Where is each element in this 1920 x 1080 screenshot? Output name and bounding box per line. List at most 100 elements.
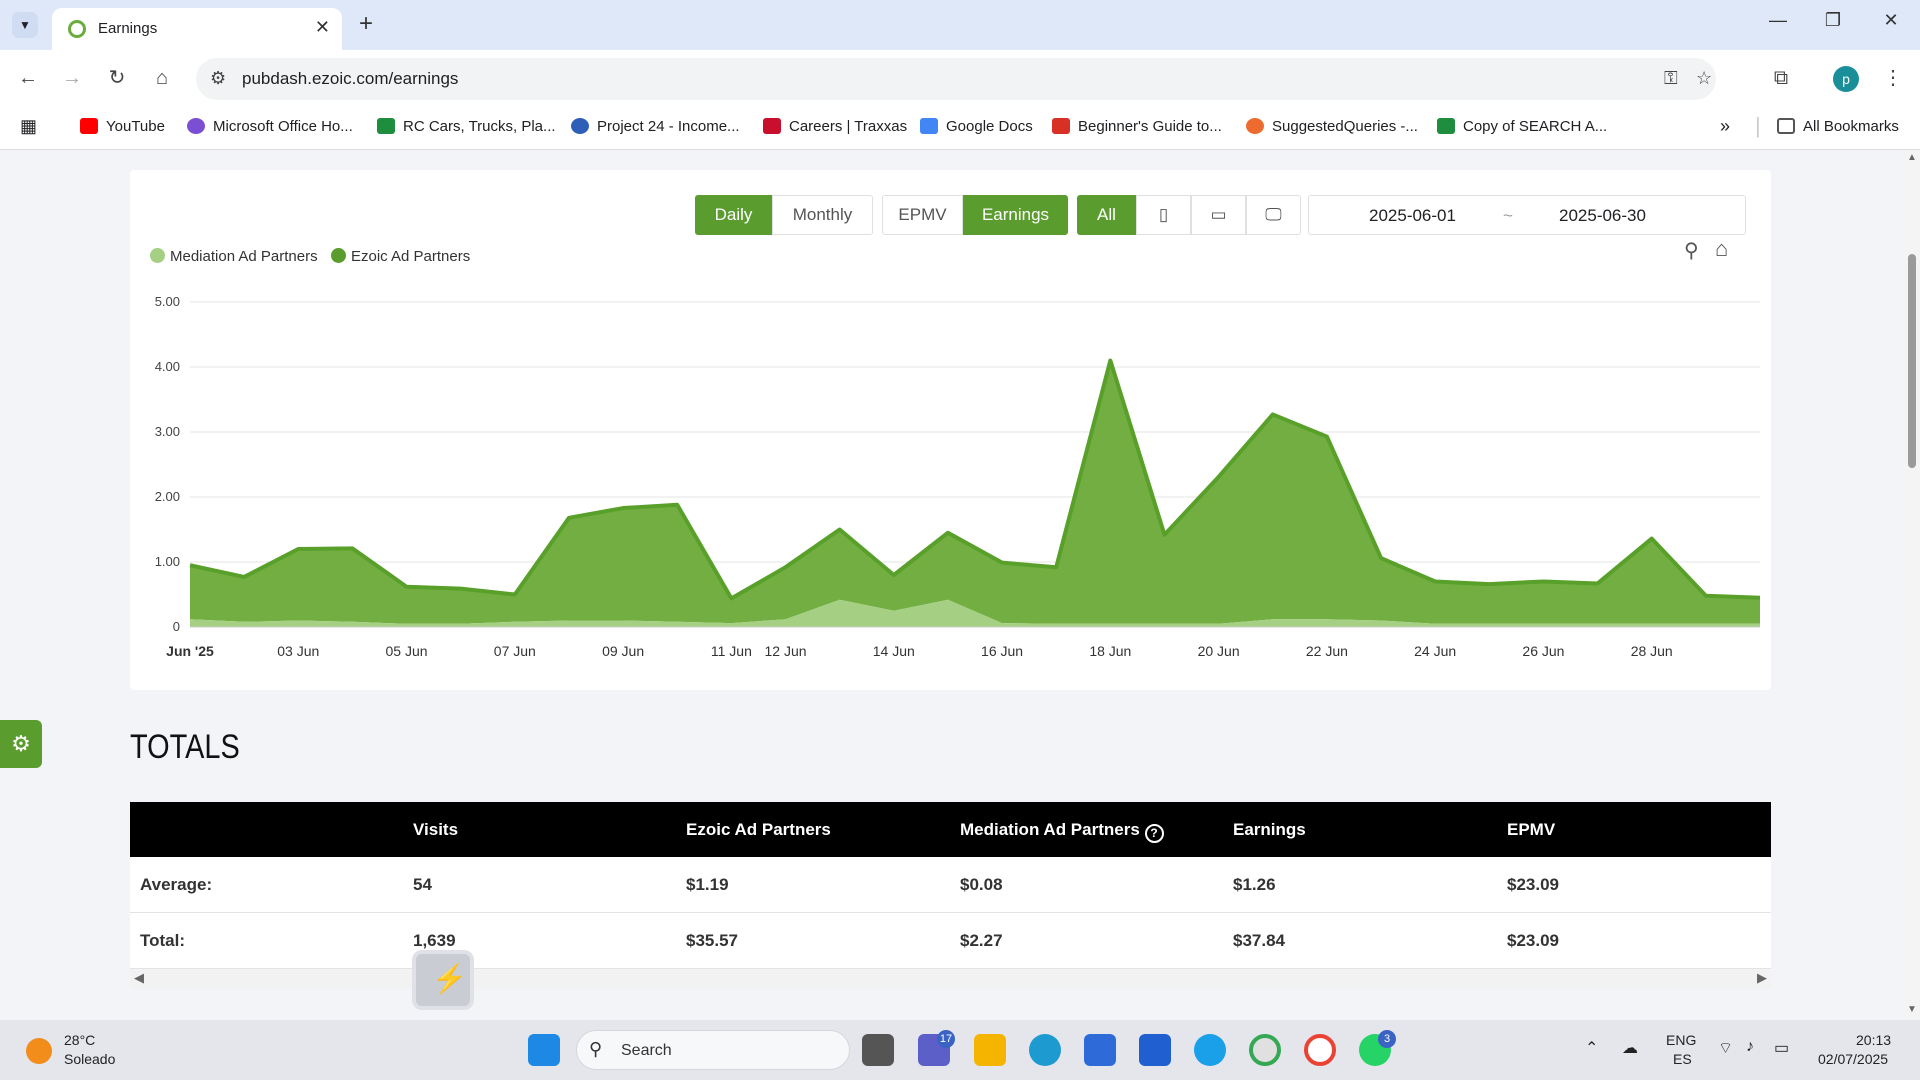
- close-tab-icon[interactable]: ✕: [315, 17, 330, 38]
- scroll-right-icon[interactable]: ▶: [1757, 970, 1767, 986]
- x-tick-label: 22 Jun: [1306, 643, 1348, 659]
- bookmark-rc-cars[interactable]: RC Cars, Trucks, Pla...: [377, 118, 556, 135]
- page-vertical-scrollbar[interactable]: ▲ ▼: [1904, 150, 1920, 1020]
- password-key-icon[interactable]: ⚿: [1664, 68, 1678, 89]
- address-bar[interactable]: ⚙ pubdash.ezoic.com/earnings ⚿ ☆: [196, 58, 1716, 100]
- profile-avatar[interactable]: p: [1833, 66, 1859, 92]
- bookmark-project24[interactable]: Project 24 - Income...: [571, 118, 740, 135]
- extensions-icon[interactable]: ⧉: [1766, 63, 1796, 93]
- bookmark-google-docs[interactable]: Google Docs: [920, 118, 1033, 135]
- project24-icon: [571, 118, 589, 134]
- y-tick-label: 1.00: [155, 554, 180, 569]
- bookmark-youtube[interactable]: YouTube: [80, 118, 165, 135]
- cell-ezoic: $1.19: [686, 875, 729, 894]
- tab-earnings[interactable]: Earnings ✕: [52, 8, 342, 50]
- header-mediation: Mediation Ad Partners ?: [960, 820, 1164, 843]
- gear-icon: ⚙: [11, 731, 31, 756]
- menu-kebab-icon[interactable]: ⋮: [1878, 63, 1908, 93]
- row-label: Average:: [140, 875, 213, 894]
- language-eng[interactable]: ENG: [1666, 1032, 1696, 1048]
- windows-taskbar: 28°C Soleado ⚲ Search 17 3 ⌃ ☁ ENG ES ⌔ …: [0, 1020, 1920, 1080]
- apps-grid-icon[interactable]: ▦: [20, 116, 37, 137]
- scrollbar-thumb[interactable]: [1908, 254, 1916, 468]
- reload-icon[interactable]: ↻: [102, 63, 132, 93]
- header-earnings: Earnings: [1233, 820, 1306, 839]
- tab-title: Earnings: [98, 20, 158, 37]
- browser-toolbar: ← → ↻ ⌂ ⚙ pubdash.ezoic.com/earnings ⚿ ☆…: [0, 50, 1920, 108]
- restore-icon[interactable]: ❐: [1818, 10, 1848, 31]
- weather-sun-icon[interactable]: [26, 1038, 52, 1064]
- volume-icon[interactable]: ♪: [1746, 1038, 1754, 1056]
- wifi-icon[interactable]: ⌔: [1718, 1038, 1733, 1058]
- forward-icon[interactable]: →: [57, 63, 87, 93]
- new-tab-button[interactable]: +: [352, 10, 380, 38]
- app-icon[interactable]: [1139, 1034, 1171, 1066]
- file-explorer-icon[interactable]: [974, 1034, 1006, 1066]
- all-bookmarks[interactable]: All Bookmarks: [1777, 118, 1899, 135]
- home-icon[interactable]: ⌂: [147, 63, 177, 93]
- clock-time[interactable]: 20:13: [1856, 1032, 1891, 1048]
- settings-gear-button[interactable]: ⚙: [0, 720, 42, 768]
- x-tick-label: 09 Jun: [602, 643, 644, 659]
- lightning-icon: ⚡: [432, 963, 467, 994]
- bookmark-star-icon[interactable]: ☆: [1696, 68, 1712, 89]
- page-content: Daily Monthly EPMV Earnings All ▯ ▭ 🖵 20…: [0, 150, 1904, 1020]
- header-visits: Visits: [413, 820, 459, 839]
- weather-condition[interactable]: Soleado: [64, 1051, 115, 1067]
- task-view-icon[interactable]: [862, 1034, 894, 1066]
- youtube-icon: [80, 118, 98, 134]
- bookmarks-divider: |: [1755, 113, 1761, 138]
- bookmarks-bar: ▦ YouTube Microsoft Office Ho... RC Cars…: [0, 108, 1920, 150]
- chrome-icon[interactable]: [1249, 1034, 1281, 1066]
- x-tick-label: 16 Jun: [981, 643, 1023, 659]
- table-row: Average: 54 $1.19 $0.08 $1.26 $23.09: [130, 857, 1771, 913]
- minimize-icon[interactable]: —: [1763, 10, 1793, 31]
- battery-icon[interactable]: ▭: [1774, 1038, 1789, 1058]
- x-tick-label: 05 Jun: [386, 643, 428, 659]
- scroll-down-icon[interactable]: ▼: [1907, 1004, 1917, 1015]
- bookmark-beginners-guide[interactable]: Beginner's Guide to...: [1052, 118, 1222, 135]
- x-tick-label: 28 Jun: [1631, 643, 1673, 659]
- bookmark-office[interactable]: Microsoft Office Ho...: [187, 118, 353, 135]
- x-tick-label: 07 Jun: [494, 643, 536, 659]
- store-icon[interactable]: [1084, 1034, 1116, 1066]
- y-tick-label: 5.00: [155, 294, 180, 309]
- sheets-icon: [1437, 118, 1455, 134]
- language-es[interactable]: ES: [1673, 1051, 1692, 1067]
- cell-epmv: $23.09: [1507, 875, 1559, 894]
- help-icon[interactable]: ?: [1144, 824, 1164, 843]
- bookmark-traxxas[interactable]: Careers | Traxxas: [763, 118, 907, 135]
- x-tick-label: 20 Jun: [1198, 643, 1240, 659]
- office-icon: [187, 118, 205, 134]
- more-bookmarks-icon[interactable]: »: [1720, 116, 1730, 137]
- bookmark-copy-search[interactable]: Copy of SEARCH A...: [1437, 118, 1607, 135]
- edge-icon[interactable]: [1029, 1034, 1061, 1066]
- y-tick-label: 2.00: [155, 489, 180, 504]
- scroll-up-icon[interactable]: ▲: [1907, 152, 1917, 163]
- cell-ezoic: $35.57: [686, 931, 738, 950]
- cell-mediation: $0.08: [960, 875, 1003, 894]
- traxxas-icon: [763, 118, 781, 134]
- windows-start-icon[interactable]: [528, 1034, 560, 1066]
- cell-epmv: $23.09: [1507, 931, 1559, 950]
- bookmark-suggested-queries[interactable]: SuggestedQueries -...: [1246, 118, 1418, 135]
- site-info-icon[interactable]: ⚙: [210, 68, 226, 89]
- onedrive-cloud-icon[interactable]: ☁: [1622, 1038, 1638, 1058]
- taskbar-search[interactable]: ⚲ Search: [576, 1030, 850, 1070]
- earnings-chart-card: Daily Monthly EPMV Earnings All ▯ ▭ 🖵 20…: [130, 170, 1771, 690]
- totals-table: Visits Ezoic Ad Partners Mediation Ad Pa…: [130, 802, 1771, 969]
- close-window-icon[interactable]: ✕: [1876, 10, 1906, 31]
- tray-chevron-icon[interactable]: ⌃: [1585, 1038, 1598, 1058]
- clock-date[interactable]: 02/07/2025: [1818, 1051, 1888, 1067]
- earnings-area-chart[interactable]: 5.00 4.00 3.00 2.00 1.00 0 Jun '25 03 Jun 05 Jun…: [130, 170, 1771, 690]
- skype-icon[interactable]: [1194, 1034, 1226, 1066]
- floating-app-button[interactable]: ⚡: [412, 950, 474, 1010]
- back-icon[interactable]: ←: [13, 63, 43, 93]
- scroll-left-icon[interactable]: ◀: [134, 970, 144, 986]
- google-icon[interactable]: [1304, 1034, 1336, 1066]
- chevron-down-icon: ▼: [19, 18, 31, 32]
- teams-badge: 17: [937, 1030, 955, 1048]
- tab-search-button[interactable]: ▼: [12, 12, 38, 38]
- weather-temp[interactable]: 28°C: [64, 1032, 95, 1048]
- table-horizontal-scrollbar[interactable]: ◀ ▶: [130, 970, 1771, 988]
